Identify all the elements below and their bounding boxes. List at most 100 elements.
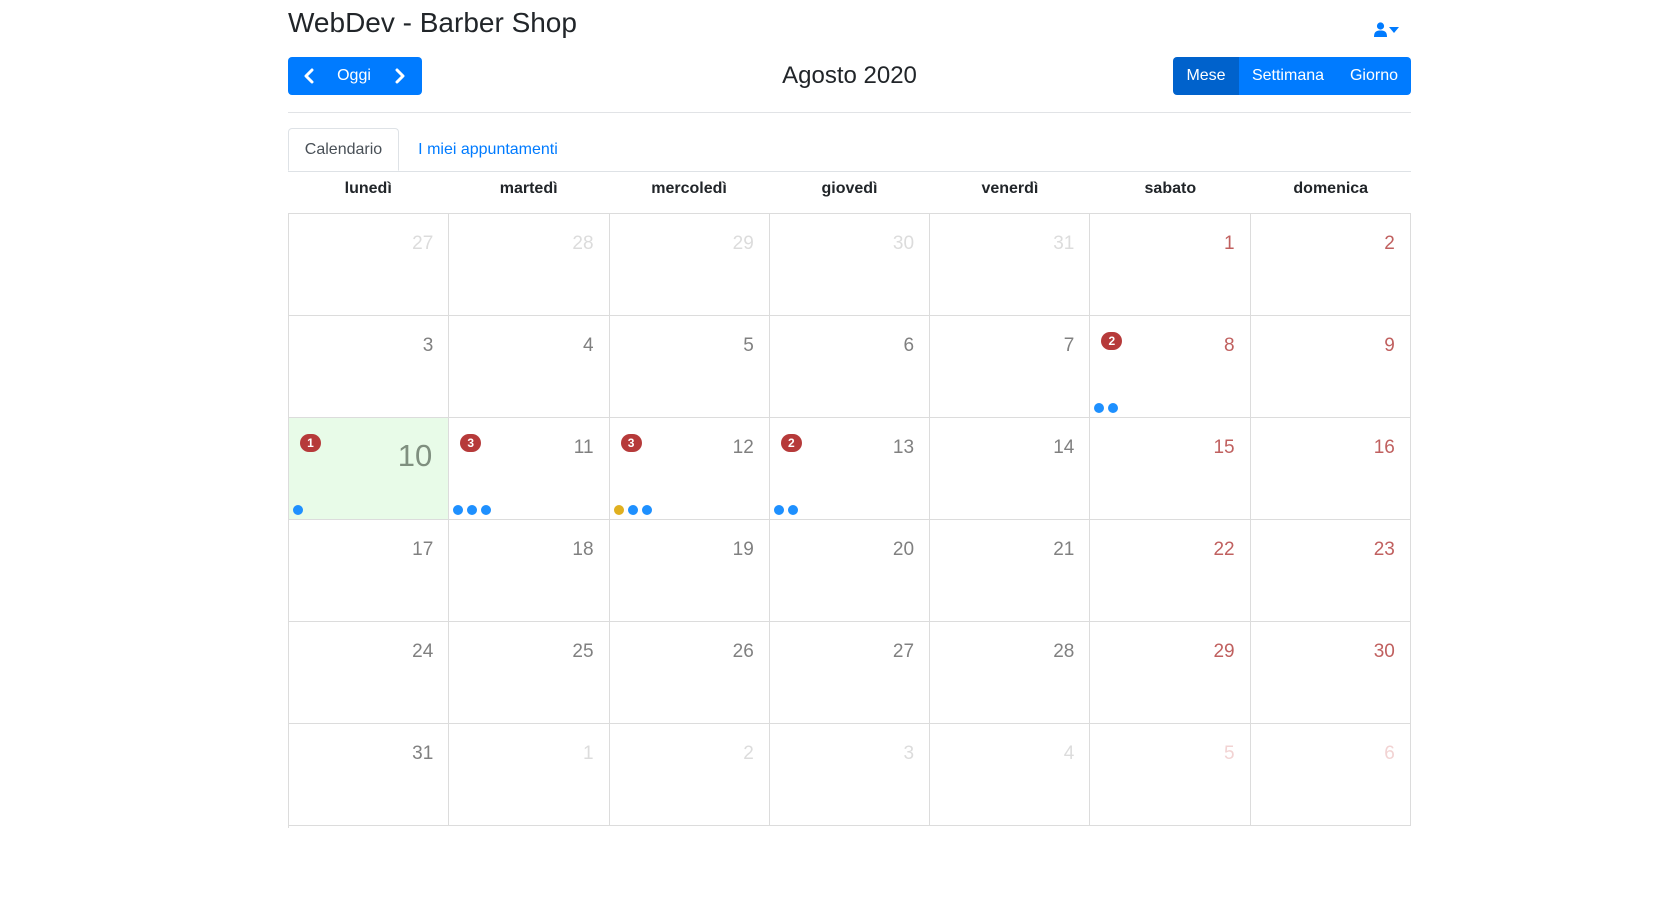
calendar-week-row: 17 18 19 20 21 22 23 <box>289 520 1411 622</box>
day-number: 5 <box>743 335 754 356</box>
day-number: 16 <box>1373 437 1395 458</box>
calendar-day-cell[interactable]: 82 <box>1090 316 1251 418</box>
calendar-day-cell[interactable]: 23 <box>1250 520 1411 622</box>
calendar-day-cell[interactable]: 2 <box>1250 214 1411 316</box>
day-number: 24 <box>412 641 434 662</box>
view-day-button[interactable]: Giorno <box>1337 57 1411 95</box>
appointment-dot[interactable] <box>787 505 798 515</box>
day-number: 13 <box>892 437 915 458</box>
weekday-label: giovedì <box>821 180 878 197</box>
calendar-day-cell[interactable]: 15 <box>1090 418 1251 520</box>
calendar-day-cell[interactable]: 3 <box>769 724 931 826</box>
appointment-dots <box>1094 403 1119 413</box>
day-number: 23 <box>1373 539 1395 560</box>
day-number: 3 <box>903 743 915 764</box>
calendar-day-cell[interactable]: 13 2 <box>769 418 931 520</box>
calendar-day-cell[interactable]: 4 <box>449 316 610 418</box>
appointment-dot[interactable] <box>613 505 624 515</box>
appointment-dots <box>773 505 798 515</box>
user-menu[interactable] <box>1374 22 1399 37</box>
calendar-day-cell[interactable]: 30 <box>769 214 931 316</box>
day-number: 31 <box>1053 233 1075 254</box>
calendar-day-cell[interactable]: 26 <box>609 622 770 724</box>
day-number: 28 <box>572 233 594 254</box>
calendar-day-cell[interactable]: 24 <box>289 622 450 724</box>
calendar-day-cell[interactable]: 16 <box>1250 418 1411 520</box>
day-number: 4 <box>1063 743 1075 764</box>
day-number: 28 <box>1053 641 1075 662</box>
appointment-dot[interactable] <box>627 505 638 515</box>
day-number: 10 <box>397 438 433 473</box>
day-number: 5 <box>1224 743 1235 764</box>
calendar-day-cell[interactable]: 28 <box>449 214 610 316</box>
calendar-day-cell[interactable]: 31 <box>289 724 450 826</box>
appointment-dot[interactable] <box>453 505 464 515</box>
day-number: 3 <box>422 335 434 356</box>
calendar-day-cell[interactable]: 9 <box>1250 316 1411 418</box>
calendar-day-cell[interactable]: 12 3 <box>609 418 770 520</box>
day-number: 6 <box>1384 743 1395 764</box>
day-number: 18 <box>572 539 594 560</box>
calendar-day-cell[interactable]: 21 <box>930 520 1091 622</box>
calendar-day-cell[interactable]: 3 <box>289 316 450 418</box>
view-switcher: Mese Settimana Giorno <box>1173 57 1411 95</box>
day-number: 26 <box>732 641 754 662</box>
user-icon[interactable] <box>1374 22 1387 37</box>
day-number: 2 <box>743 743 754 764</box>
weekday-label: venerdì <box>981 180 1039 197</box>
calendar-week-row: 31 1 2 3 4 5 6 <box>289 724 1411 826</box>
view-week-button[interactable]: Settimana <box>1239 57 1337 95</box>
calendar-day-cell[interactable]: 31 <box>930 214 1091 316</box>
appointment-dot[interactable] <box>481 505 492 515</box>
calendar-day-cell[interactable]: 27 <box>769 622 931 724</box>
day-number: 12 <box>732 437 754 458</box>
calendar-day-cell[interactable]: 5 <box>609 316 770 418</box>
view-month-button[interactable]: Mese <box>1173 57 1239 95</box>
calendar-day-cell[interactable]: 27 <box>289 214 450 316</box>
weekday-header: lunedì martedì mercoledì giovedì venerdì… <box>288 180 1411 198</box>
day-number: 14 <box>1053 437 1075 458</box>
calendar-day-cell[interactable]: 17 <box>289 520 450 622</box>
calendar-week-row: 24 25 26 27 28 29 30 <box>289 622 1411 724</box>
appointment-dot[interactable] <box>773 505 784 515</box>
day-number: 22 <box>1213 539 1235 560</box>
appointment-dot[interactable] <box>293 505 303 515</box>
calendar-day-cell[interactable]: 1 <box>1090 214 1251 316</box>
calendar-day-cell[interactable]: 14 <box>930 418 1091 520</box>
calendar-day-cell[interactable]: 2 <box>609 724 770 826</box>
tab-calendario[interactable]: Calendario <box>288 128 399 171</box>
calendar-day-cell[interactable]: 29 <box>1090 622 1251 724</box>
appointment-dots <box>453 505 492 515</box>
calendar-day-cell[interactable]: 1 <box>449 724 610 826</box>
tab-miei-appuntamenti[interactable]: I miei appuntamenti <box>399 128 577 171</box>
appointment-dot[interactable] <box>641 505 652 515</box>
calendar-day-cell[interactable]: 20 <box>769 520 931 622</box>
calendar-day-cell-today[interactable]: 10 1 <box>289 418 450 520</box>
calendar-day-cell[interactable]: 28 <box>930 622 1091 724</box>
app-title: WebDev - Barber Shop <box>288 7 577 38</box>
calendar-day-cell[interactable]: 30 <box>1250 622 1411 724</box>
calendar-day-cell[interactable]: 7 <box>930 316 1091 418</box>
weekday-label: martedì <box>499 180 558 197</box>
day-number: 21 <box>1053 539 1075 560</box>
appointment-dot[interactable] <box>1094 403 1105 413</box>
calendar-day-cell[interactable]: 18 <box>449 520 610 622</box>
day-number: 4 <box>582 335 594 356</box>
day-number: 6 <box>903 335 915 356</box>
calendar-day-cell[interactable]: 19 <box>609 520 770 622</box>
calendar-day-cell[interactable]: 29 <box>609 214 770 316</box>
calendar-day-cell[interactable]: 22 <box>1090 520 1251 622</box>
day-number: 29 <box>732 233 754 254</box>
calendar-day-cell[interactable]: 11 3 <box>449 418 610 520</box>
appointment-count-badge: 3 <box>620 434 642 452</box>
calendar-grid: 27 28 29 30 31 1 2 3 4 5 6 7 8 2 9 10 1 11 3 12 3 13 2 14 15 16 17… <box>288 213 1411 828</box>
appointment-dot[interactable] <box>467 505 478 515</box>
caret-down-icon[interactable] <box>1389 26 1399 33</box>
appointment-dot[interactable] <box>1108 403 1119 413</box>
weekday-label: sabato <box>1144 180 1197 197</box>
calendar-day-cell[interactable]: 6 <box>769 316 931 418</box>
calendar-day-cell[interactable]: 6 <box>1250 724 1411 826</box>
calendar-day-cell[interactable]: 25 <box>449 622 610 724</box>
calendar-day-cell[interactable]: 4 <box>930 724 1091 826</box>
calendar-day-cell[interactable]: 5 <box>1090 724 1251 826</box>
